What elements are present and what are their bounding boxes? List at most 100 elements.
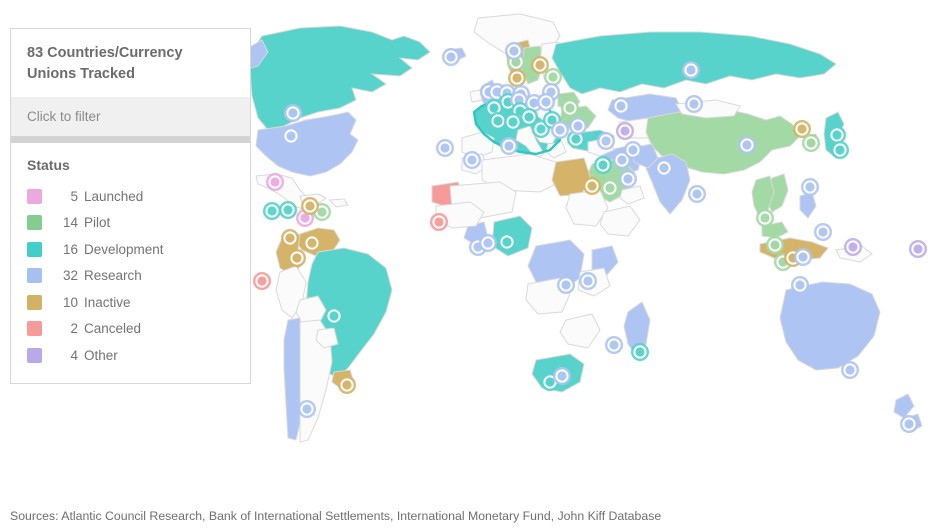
legend-count: 32 <box>62 268 78 284</box>
map-marker-research[interactable] <box>500 137 518 155</box>
marker-core <box>806 138 816 148</box>
map-marker-pilot[interactable] <box>561 99 579 117</box>
map-marker-pilot[interactable] <box>756 209 774 227</box>
map-marker-canceled[interactable] <box>253 272 271 290</box>
map-marker-research[interactable] <box>553 367 571 385</box>
map-marker-research[interactable] <box>814 223 832 241</box>
map-marker-pilot[interactable] <box>766 236 784 254</box>
marker-core <box>770 240 780 250</box>
click-to-filter-button[interactable]: Click to filter <box>11 97 250 137</box>
map-marker-inactive[interactable] <box>281 229 299 247</box>
map-marker-research[interactable] <box>557 276 575 294</box>
legend-count: 16 <box>62 241 78 257</box>
legend-item-research[interactable]: 32 Research <box>27 263 234 290</box>
marker-core <box>504 141 514 151</box>
map-marker-inactive[interactable] <box>303 234 321 252</box>
marker-core <box>620 126 630 136</box>
map-marker-research[interactable] <box>685 95 703 113</box>
country-philippines[interactable] <box>799 191 817 219</box>
legend-item-canceled[interactable]: 2 Canceled <box>27 316 234 343</box>
panel-scrollbar[interactable] <box>11 136 250 144</box>
map-marker-research[interactable] <box>794 248 812 266</box>
legend-label: Canceled <box>84 321 142 337</box>
marker-core <box>617 155 627 165</box>
map-marker-research[interactable] <box>688 185 706 203</box>
map-marker-research[interactable] <box>551 121 569 139</box>
country-australia[interactable] <box>779 281 881 371</box>
country-hispaniola[interactable] <box>328 198 349 208</box>
map-marker-research[interactable] <box>655 159 673 177</box>
legend-item-launched[interactable]: 5 Launched <box>27 183 234 210</box>
map-marker-development[interactable] <box>828 126 846 144</box>
map-marker-other[interactable] <box>616 122 634 140</box>
map-marker-research[interactable] <box>624 141 642 159</box>
legend-swatch-pilot <box>27 215 42 231</box>
legend-item-inactive[interactable]: 10 Inactive <box>27 289 234 316</box>
marker-core <box>307 238 317 248</box>
legend-swatch-inactive <box>27 294 42 310</box>
map-marker-inactive[interactable] <box>508 69 526 87</box>
map-marker-pilot[interactable] <box>802 134 820 152</box>
marker-core <box>270 177 280 187</box>
map-marker-research[interactable] <box>605 336 623 354</box>
map-marker-development[interactable] <box>279 201 297 219</box>
map-marker-pilot[interactable] <box>601 179 619 197</box>
map-marker-development[interactable] <box>263 202 281 220</box>
legend-item-development[interactable]: 16 Development <box>27 236 234 263</box>
map-marker-research[interactable] <box>579 272 597 290</box>
map-marker-research[interactable] <box>801 178 819 196</box>
map-marker-inactive[interactable] <box>288 249 306 267</box>
legend-item-pilot[interactable]: 14 Pilot <box>27 210 234 237</box>
legend-swatch-canceled <box>27 321 42 337</box>
map-marker-research[interactable] <box>682 61 700 79</box>
legend-rows: 5 Launched 14 Pilot 16 Development 32 Research 1… <box>27 183 234 369</box>
map-marker-development[interactable] <box>631 343 649 361</box>
map-marker-inactive[interactable] <box>583 177 601 195</box>
map-marker-research[interactable] <box>597 132 615 150</box>
map-marker-research[interactable] <box>738 136 756 154</box>
map-marker-research[interactable] <box>436 139 454 157</box>
map-marker-research[interactable] <box>479 234 497 252</box>
legend-item-other[interactable]: 4 Other <box>27 342 234 369</box>
map-marker-other[interactable] <box>844 238 862 256</box>
legend-label: Pilot <box>84 215 111 231</box>
map-marker-research[interactable] <box>619 170 637 188</box>
marker-core <box>545 377 555 387</box>
map-marker-research[interactable] <box>841 361 859 379</box>
panel-title: 83 Countries/Currency Unions Tracked <box>27 45 183 83</box>
marker-core <box>616 101 626 111</box>
map-marker-canceled[interactable] <box>430 213 448 231</box>
map-marker-research[interactable] <box>612 97 630 115</box>
map-marker-inactive[interactable] <box>338 376 356 394</box>
map-marker-research[interactable] <box>900 415 918 433</box>
map-marker-research[interactable] <box>569 117 587 135</box>
marker-core <box>609 340 619 350</box>
legend-title: Status <box>27 157 70 174</box>
map-marker-research[interactable] <box>791 276 809 294</box>
map-marker-development[interactable] <box>504 113 522 131</box>
map-marker-research[interactable] <box>537 93 555 111</box>
info-panel: 83 Countries/Currency Unions Tracked Cli… <box>10 28 251 384</box>
marker-core <box>555 125 565 135</box>
map-marker-development[interactable] <box>831 141 849 159</box>
legend-count: 2 <box>70 321 78 337</box>
map-marker-research[interactable] <box>298 400 316 418</box>
marker-core <box>508 117 518 127</box>
map-marker-development[interactable] <box>498 233 516 251</box>
map-marker-research[interactable] <box>505 42 523 60</box>
map-marker-inactive[interactable] <box>301 197 319 215</box>
marker-core <box>257 276 267 286</box>
map-marker-research[interactable] <box>282 127 300 145</box>
marker-core <box>692 189 702 199</box>
map-marker-research[interactable] <box>284 104 302 122</box>
map-marker-development[interactable] <box>594 156 612 174</box>
marker-core <box>329 311 339 321</box>
legend-count: 4 <box>70 347 78 363</box>
map-marker-research[interactable] <box>463 151 481 169</box>
country-zimbabwe-moz[interactable] <box>559 313 601 349</box>
map-marker-development[interactable] <box>325 307 343 325</box>
map-marker-other[interactable] <box>909 240 927 258</box>
map-marker-research[interactable] <box>442 48 460 66</box>
map-marker-launched[interactable] <box>266 173 284 191</box>
marker-core <box>565 103 575 113</box>
